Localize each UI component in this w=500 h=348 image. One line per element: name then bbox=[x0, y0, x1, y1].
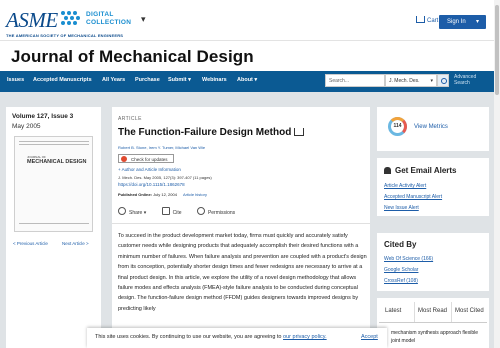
logo-subtitle: DIGITAL COLLECTION bbox=[86, 11, 131, 27]
cookie-message: This site uses cookies. By continuing to… bbox=[95, 334, 282, 340]
crossref-link[interactable]: CrossRef (108) bbox=[384, 278, 418, 284]
chevron-down-icon: ▾ bbox=[430, 78, 433, 84]
cart-label: Cart bbox=[427, 18, 439, 24]
bell-icon bbox=[384, 167, 391, 174]
permissions-button[interactable]: Permissions bbox=[196, 207, 236, 216]
cover-rule bbox=[19, 223, 89, 224]
most-cited-article-link[interactable]: mechanism synthesis approach flexible jo… bbox=[391, 329, 486, 345]
scrollbar-thumb[interactable] bbox=[495, 5, 499, 95]
cart-icon bbox=[416, 16, 425, 23]
nav-webinars[interactable]: Webinars bbox=[202, 77, 227, 83]
tab-separator bbox=[451, 302, 452, 322]
cart-link[interactable]: Cart bbox=[416, 16, 438, 24]
crossmark-icon bbox=[121, 156, 127, 162]
altmetric-badge[interactable]: 114 bbox=[388, 117, 407, 136]
search-scope-value: J. Mech. Des. bbox=[389, 78, 420, 84]
cover-title: MECHANICAL DESIGN bbox=[27, 159, 87, 165]
top-header: ASME DIGITAL COLLECTION THE AMERICAN SOC… bbox=[0, 0, 500, 40]
published-label: Published Online: bbox=[118, 192, 153, 197]
cookie-banner: This site uses cookies. By continuing to… bbox=[87, 328, 387, 348]
society-name: THE AMERICAN SOCIETY OF MECHANICAL ENGIN… bbox=[6, 33, 124, 38]
journal-title[interactable]: Journal of Mechanical Design bbox=[11, 47, 254, 67]
nav-issues[interactable]: Issues bbox=[7, 77, 24, 83]
published-date: July 12, 2004 bbox=[153, 192, 177, 197]
article-history-link[interactable]: Article history bbox=[183, 192, 207, 197]
accept-cookies-button[interactable]: Accept bbox=[361, 334, 378, 340]
privacy-policy-link[interactable]: our privacy policy. bbox=[283, 334, 327, 340]
tab-most-cited[interactable]: Most Cited bbox=[455, 308, 484, 314]
check-updates-label: Check for updates bbox=[131, 157, 168, 162]
cover-rule bbox=[19, 141, 89, 142]
alerts-heading: Get Email Alerts bbox=[384, 166, 457, 175]
journal-title-bar: Journal of Mechanical Design bbox=[0, 40, 500, 72]
section-divider bbox=[112, 223, 370, 224]
article-authors[interactable]: Robert B. Stone, Irem Y. Tumer, Michael … bbox=[118, 145, 205, 150]
article-citation: J. Mech. Des. May 2005, 127(3): 397-407 … bbox=[118, 175, 212, 180]
nav-purchase[interactable]: Purchase bbox=[135, 77, 160, 83]
nav-all-years[interactable]: All Years bbox=[102, 77, 125, 83]
share-icon bbox=[118, 207, 126, 215]
quote-icon bbox=[161, 207, 170, 215]
search-icon bbox=[441, 78, 447, 84]
tab-most-read[interactable]: Most Read bbox=[418, 308, 447, 314]
check-updates-button[interactable]: Check for updates bbox=[118, 154, 174, 163]
new-issue-alert-link[interactable]: New Issue Alert bbox=[384, 205, 419, 211]
nav-accepted-manuscripts[interactable]: Accepted Manuscripts bbox=[33, 77, 92, 83]
search-scope-select[interactable]: J. Mech. Des. ▾ bbox=[385, 74, 437, 87]
issue-cover-image[interactable]: JOURNAL OF MECHANICAL DESIGN bbox=[14, 136, 93, 232]
cited-by-heading: Cited By bbox=[384, 240, 417, 249]
cover-rule bbox=[19, 144, 89, 145]
logo-sub-line1: DIGITAL bbox=[86, 11, 114, 18]
issue-volume: Volume 127, Issue 3 bbox=[12, 113, 74, 120]
tab-separator bbox=[414, 302, 415, 322]
nav-about[interactable]: About ▾ bbox=[237, 77, 257, 83]
article-doi-link[interactable]: https://doi.org/10.1115/1.1862678 bbox=[118, 182, 185, 187]
next-article-link[interactable]: Next Article > bbox=[62, 241, 89, 246]
article-abstract: To succeed in the product development ma… bbox=[118, 233, 367, 312]
share-label: Share ▾ bbox=[129, 210, 147, 216]
asme-logo-text: ASME bbox=[6, 8, 58, 32]
search-input[interactable]: Search... bbox=[325, 74, 385, 87]
web-of-science-link[interactable]: Web Of Science (166) bbox=[384, 256, 433, 262]
article-tools: Share ▾ Cite Permissions bbox=[118, 207, 249, 216]
cite-button[interactable]: Cite bbox=[161, 207, 182, 216]
cookie-text: This site uses cookies. By continuing to… bbox=[95, 334, 327, 340]
previous-article-link[interactable]: < Previous Article bbox=[13, 241, 48, 246]
search-button[interactable] bbox=[437, 74, 449, 87]
google-scholar-link[interactable]: Google Scholar bbox=[384, 267, 418, 273]
author-info-link[interactable]: + Author and Article Information bbox=[118, 167, 181, 172]
chevron-down-icon: ▾ bbox=[475, 19, 479, 25]
article-type-label: ARTICLE bbox=[118, 116, 142, 122]
sign-in-button[interactable]: Sign In ▾ bbox=[439, 15, 486, 29]
copyright-icon bbox=[196, 207, 205, 215]
tab-latest[interactable]: Latest bbox=[385, 308, 401, 314]
tab-underline bbox=[379, 322, 487, 323]
issue-date: May 2005 bbox=[12, 123, 41, 130]
nav-submit[interactable]: Submit ▾ bbox=[168, 77, 191, 83]
accepted-manuscript-alert-link[interactable]: Accepted Manuscript Alert bbox=[384, 194, 442, 200]
asme-logo[interactable]: ASME DIGITAL COLLECTION bbox=[6, 9, 146, 33]
article-title: The Function-Failure Design Method bbox=[118, 127, 305, 138]
article-title-text: The Function-Failure Design Method bbox=[118, 127, 292, 138]
sign-in-label: Sign In bbox=[447, 19, 466, 25]
advanced-search-link[interactable]: Advanced Search bbox=[454, 74, 486, 86]
chevron-down-icon[interactable]: ▾ bbox=[141, 14, 146, 25]
permissions-label: Permissions bbox=[207, 210, 236, 216]
alerts-heading-text: Get Email Alerts bbox=[395, 166, 457, 175]
logo-dots-icon bbox=[61, 11, 83, 29]
logo-sub-line2: COLLECTION bbox=[86, 19, 132, 26]
view-metrics-link[interactable]: View Metrics bbox=[414, 124, 448, 130]
share-button[interactable]: Share ▾ bbox=[118, 207, 147, 216]
cart-icon[interactable] bbox=[294, 128, 305, 136]
article-activity-alert-link[interactable]: Article Activity Alert bbox=[384, 183, 426, 189]
published-info: Published Online: July 12, 2004 Article h… bbox=[118, 192, 207, 197]
cite-label: Cite bbox=[172, 210, 182, 216]
